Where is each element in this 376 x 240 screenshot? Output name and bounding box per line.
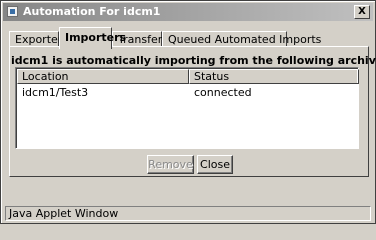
importers-heading: idcm1 is automatically importing from th… bbox=[11, 54, 376, 67]
close-window-button[interactable]: X bbox=[354, 5, 370, 19]
automation-window: Automation For idcm1 X Exporters Importe… bbox=[0, 0, 376, 224]
applet-status-bar: Java Applet Window bbox=[5, 206, 371, 221]
cell-location: idcm1/Test3 bbox=[22, 86, 89, 99]
table-header: Location Status bbox=[17, 69, 359, 84]
tab-importers-label: Importers bbox=[65, 31, 127, 44]
column-header-location[interactable]: Location bbox=[17, 69, 189, 84]
column-header-status[interactable]: Status bbox=[189, 69, 359, 84]
close-button[interactable]: Close bbox=[197, 155, 233, 174]
table-row[interactable]: idcm1/Test3 connected bbox=[17, 85, 357, 100]
remove-button[interactable]: Remove bbox=[147, 155, 194, 174]
window-title: Automation For idcm1 bbox=[23, 5, 161, 18]
tab-queued-label: Queued Automated Imports bbox=[168, 33, 322, 46]
archives-table: Location Status idcm1/Test3 connected bbox=[15, 67, 359, 149]
java-app-icon bbox=[7, 6, 18, 17]
title-bar[interactable]: Automation For idcm1 X bbox=[3, 3, 373, 21]
cell-status: connected bbox=[194, 86, 252, 99]
tab-importers[interactable]: Importers bbox=[59, 27, 126, 49]
close-icon: X bbox=[358, 6, 366, 17]
